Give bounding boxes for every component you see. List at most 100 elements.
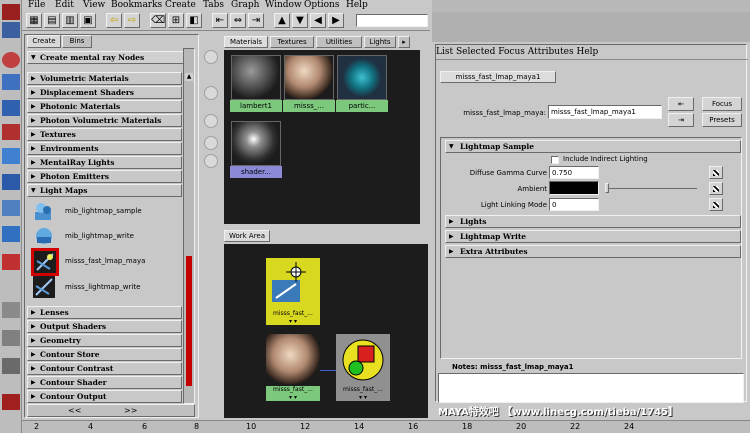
presets-button[interactable]: Presets	[702, 113, 742, 127]
tab-work-area[interactable]: Work Area	[224, 230, 270, 242]
ambient-color-swatch[interactable]	[549, 181, 599, 195]
previous-graph-icon[interactable]: ⇦	[106, 13, 122, 28]
tab-scroll-right-icon[interactable]: ▸	[398, 36, 410, 48]
node-mib-lightmap-write[interactable]: mib_lightmap_write	[29, 225, 182, 249]
swatch-shader[interactable]: shader...	[230, 120, 282, 178]
layout-graph-icon[interactable]	[2, 330, 20, 346]
graph-materials-icon[interactable]: ◧	[186, 13, 202, 28]
category-lenses[interactable]: ▶ Lenses	[27, 306, 182, 319]
select-tool-icon[interactable]	[2, 4, 20, 20]
graph-right-icon[interactable]: ▶	[328, 13, 344, 28]
swatch-sort-button[interactable]	[204, 114, 218, 128]
swatch-lambert1[interactable]: lambert1	[230, 54, 282, 112]
include-indirect-checkbox[interactable]	[551, 156, 559, 164]
swatch-size-button[interactable]	[204, 86, 218, 100]
graph-up-icon[interactable]: ▲	[274, 13, 290, 28]
toggle-create-bar-icon[interactable]: ▦	[26, 13, 42, 28]
category-contour-contrast[interactable]: ▶ Contour Contrast	[27, 362, 182, 375]
soft-mod-tool-icon[interactable]	[2, 148, 20, 164]
last-tool-icon[interactable]	[2, 200, 20, 216]
work-node-shading-group[interactable]: misss_fast_... ▾ ▾	[336, 334, 390, 401]
category-geometry[interactable]: ▶ Geometry	[27, 334, 182, 347]
work-node-misss-material[interactable]: misss_fast_... ▾ ▾	[266, 334, 320, 401]
graph-left-icon[interactable]: ◀	[310, 13, 326, 28]
show-bottom-tabs-icon[interactable]: ▥	[62, 13, 78, 28]
node-expand-icon[interactable]: ▾ ▾	[336, 394, 390, 401]
in-out-connections-icon[interactable]: ⇔	[230, 13, 246, 28]
focus-button[interactable]: Focus	[702, 97, 742, 111]
node-name-field[interactable]: misss_fast_lmap_maya1	[548, 105, 662, 119]
menu-graph[interactable]: Graph	[231, 0, 259, 11]
clear-graph-icon[interactable]: ⌫	[150, 13, 166, 28]
diffuse-gamma-field[interactable]: 0.750	[549, 166, 599, 179]
map-button-linking-icon[interactable]	[709, 198, 723, 211]
node-expand-icon[interactable]: ▾ ▾	[266, 318, 320, 325]
category-volumetric-materials[interactable]: ▶ Volumetric Materials	[27, 72, 182, 85]
category-output-shaders[interactable]: ▶ Output Shaders	[27, 320, 182, 333]
time-slider[interactable]: 2 4 6 8 10 12 14 16 18 20 22 24	[22, 420, 750, 433]
ambient-slider-handle[interactable]	[605, 183, 609, 193]
menu-window[interactable]: Window	[265, 0, 302, 11]
input-connections-icon[interactable]: ⇤	[212, 13, 228, 28]
layout-four-icon[interactable]	[2, 254, 20, 270]
ae-menubar[interactable]: List Selected Focus Attributes Help	[436, 45, 748, 59]
category-contour-store[interactable]: ▶ Contour Store	[27, 348, 182, 361]
swatch-misss[interactable]: misss_...	[283, 54, 335, 112]
menu-options[interactable]: Options	[304, 0, 339, 11]
output-connections-icon[interactable]: ⇥	[248, 13, 264, 28]
next-graph-icon[interactable]: ⇨	[124, 13, 140, 28]
category-environments[interactable]: ▶ Environments	[27, 142, 182, 155]
lasso-tool-icon[interactable]	[2, 22, 20, 38]
tab-scroll-button[interactable]	[204, 50, 218, 64]
go-input-icon[interactable]: ⇤	[668, 97, 694, 111]
category-contour-output[interactable]: ▶ Contour Output	[27, 390, 182, 403]
layout-single-icon[interactable]	[2, 226, 20, 242]
notes-textarea[interactable]	[438, 373, 744, 403]
section-extra-attributes[interactable]: ▶ Extra Attributes	[445, 245, 741, 258]
show-top-bottom-icon[interactable]: ▣	[80, 13, 96, 28]
menu-file[interactable]: File	[28, 0, 45, 11]
show-top-tabs-icon[interactable]: ▤	[44, 13, 60, 28]
map-button-ambient-icon[interactable]	[709, 182, 723, 195]
node-mib-lightmap-sample[interactable]: mib_lightmap_sample	[29, 200, 182, 224]
tab-materials[interactable]: Materials	[224, 36, 268, 48]
node-expand-icon[interactable]: ▾ ▾	[266, 394, 320, 401]
map-button-gamma-icon[interactable]	[709, 166, 723, 179]
ambient-slider-track[interactable]	[605, 188, 697, 189]
rotate-tool-icon[interactable]	[2, 74, 20, 90]
work-area-graph[interactable]: misss_fast_... ▾ ▾ misss_fast_... ▾ ▾ mi…	[224, 244, 428, 418]
scroll-left-button[interactable]: <<	[68, 406, 81, 415]
section-lightmap-write[interactable]: ▶ Lightmap Write	[445, 230, 741, 243]
category-contour-shader[interactable]: ▶ Contour Shader	[27, 376, 182, 389]
menu-edit[interactable]: Edit	[55, 0, 74, 11]
create-list-scrollbar[interactable]: ▲	[183, 48, 195, 404]
layout-outliner-icon[interactable]	[2, 358, 20, 374]
go-output-icon[interactable]: ⇥	[668, 113, 694, 127]
scroll-right-button[interactable]: >>	[124, 406, 137, 415]
layout-persp-icon[interactable]	[2, 302, 20, 318]
category-photonic-materials[interactable]: ▶ Photonic Materials	[27, 100, 182, 113]
scrollbar-thumb[interactable]	[186, 256, 192, 386]
tab-lights[interactable]: Lights	[364, 36, 396, 48]
category-light-maps[interactable]: ▼ Light Maps	[27, 184, 182, 197]
menu-bookmarks[interactable]: Bookmarks	[111, 0, 162, 11]
work-node-lightmap[interactable]: misss_fast_... ▾ ▾	[266, 258, 320, 325]
category-photon-volumetric[interactable]: ▶ Photon Volumetric Materials	[27, 114, 182, 127]
ae-node-tab[interactable]: misss_fast_lmap_maya1	[440, 71, 556, 83]
category-mentalray-lights[interactable]: ▶ MentalRay Lights	[27, 156, 182, 169]
create-mental-ray-header[interactable]: ▼ Create mental ray Nodes	[27, 51, 195, 64]
category-displacement-shaders[interactable]: ▶ Displacement Shaders	[27, 86, 182, 99]
scale-tool-icon[interactable]	[2, 100, 20, 116]
node-misss-fast-lmap-maya[interactable]: misss_fast_lmap_maya	[29, 248, 182, 276]
graph-search-field[interactable]	[356, 14, 428, 27]
swatch-view-button[interactable]	[204, 136, 218, 150]
scroll-up-icon[interactable]: ▲	[185, 73, 193, 81]
menu-tabs[interactable]: Tabs	[203, 0, 224, 11]
swatch-particle[interactable]: partic...	[336, 54, 388, 112]
tab-create[interactable]: Create	[27, 35, 61, 48]
section-lights[interactable]: ▶ Lights	[445, 215, 741, 228]
show-manipulator-icon[interactable]	[2, 174, 20, 190]
menu-create[interactable]: Create	[165, 0, 196, 11]
node-misss-lightmap-write[interactable]: misss_lightmap_write	[29, 276, 182, 300]
tab-textures[interactable]: Textures	[270, 36, 314, 48]
